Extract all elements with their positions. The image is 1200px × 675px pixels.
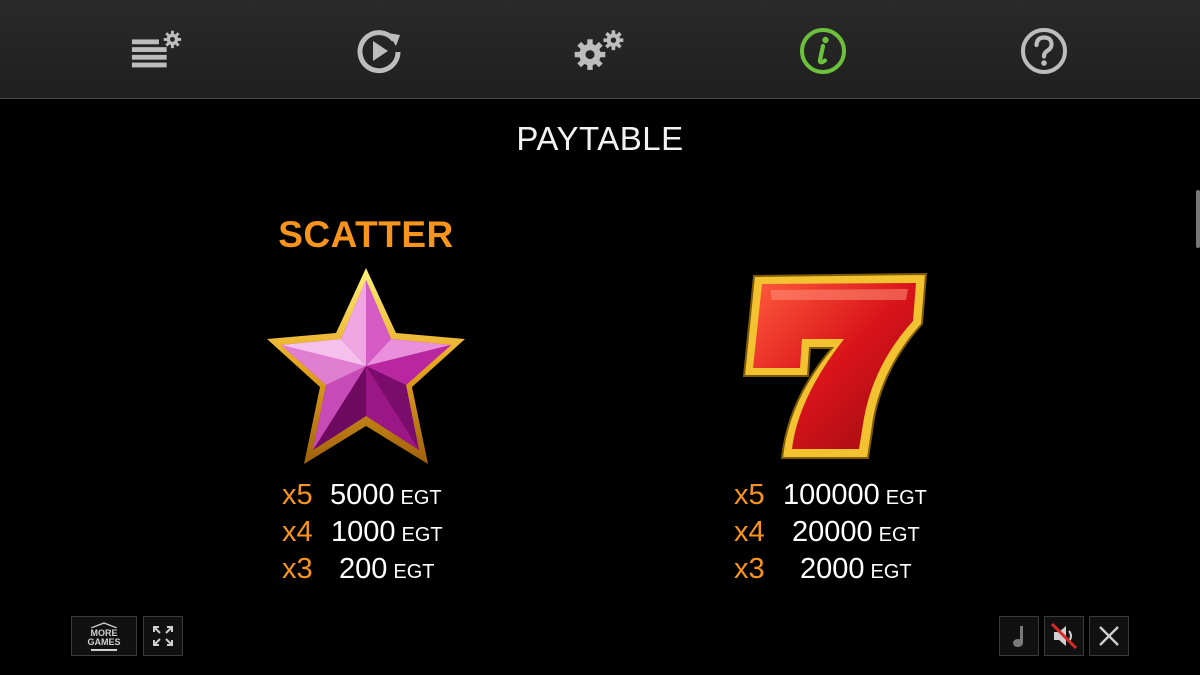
payout-amount: 20000	[792, 516, 873, 548]
autoplay-button[interactable]	[352, 24, 406, 78]
fullscreen-icon	[153, 626, 173, 646]
payout-currency: EGT	[401, 524, 443, 546]
autoplay-icon	[357, 30, 401, 74]
payout-value: 20000 EGT	[792, 514, 920, 554]
info-button[interactable]	[796, 24, 850, 78]
payout-value: 100000 EGT	[783, 477, 927, 517]
fullscreen-button[interactable]	[143, 616, 183, 656]
pay-row: x5 100000 EGT	[734, 477, 954, 514]
payout-amount: 5000	[330, 479, 395, 511]
payout-currency: EGT	[393, 561, 435, 583]
help-icon	[1021, 28, 1067, 74]
pay-row: x4 20000 EGT	[734, 514, 954, 551]
seven-paytable: x5 100000 EGT x4 20000 EGT x3 2000 EGT	[734, 477, 954, 588]
pay-row: x3 2000 EGT	[734, 551, 954, 588]
settings-button[interactable]	[572, 24, 626, 78]
help-button[interactable]	[1017, 24, 1071, 78]
payout-currency: EGT	[400, 487, 442, 509]
multiplier: x5	[734, 479, 765, 511]
scatter-paytable: x5 5000 EGT x4 1000 EGT x3 200 EGT	[282, 477, 482, 588]
payout-amount: 2000	[800, 553, 865, 585]
payout-value: 5000 EGT	[330, 477, 442, 517]
payout-amount: 1000	[331, 516, 396, 548]
multiplier: x3	[282, 553, 313, 585]
top-toolbar	[0, 0, 1200, 99]
payout-value: 1000 EGT	[331, 514, 443, 554]
payout-value: 2000 EGT	[800, 551, 912, 591]
info-icon	[800, 28, 846, 74]
settings-gears-icon	[574, 30, 624, 70]
payout-amount: 100000	[783, 479, 880, 511]
scrollbar[interactable]	[1196, 190, 1200, 248]
payout-amount: 200	[339, 553, 388, 585]
underline	[91, 648, 117, 651]
multiplier: x4	[282, 516, 313, 548]
sound-button[interactable]	[1044, 616, 1084, 656]
more-games-label-line2: GAMES	[87, 636, 121, 647]
multiplier: x4	[734, 516, 765, 548]
scatter-label: SCATTER	[278, 214, 454, 255]
payout-currency: EGT	[885, 487, 927, 509]
close-button[interactable]	[1089, 616, 1129, 656]
sound-muted-icon	[1050, 622, 1078, 650]
bet-settings-button[interactable]	[130, 24, 184, 78]
home-roof-icon	[90, 621, 118, 628]
music-note-icon	[1013, 626, 1023, 647]
page-title: PAYTABLE	[516, 120, 684, 157]
close-icon	[1099, 626, 1119, 646]
pay-row: x3 200 EGT	[282, 551, 482, 588]
payout-currency: EGT	[878, 524, 920, 546]
pink-star-symbol	[267, 268, 465, 464]
pay-row: x5 5000 EGT	[282, 477, 482, 514]
red-seven-symbol	[742, 272, 928, 459]
pay-row: x4 1000 EGT	[282, 514, 482, 551]
music-button[interactable]	[999, 616, 1039, 656]
multiplier: x5	[282, 479, 313, 511]
bet-settings-icon	[131, 30, 182, 68]
payout-currency: EGT	[870, 561, 912, 583]
more-games-button[interactable]: MORE GAMES	[71, 616, 137, 656]
payout-value: 200 EGT	[339, 551, 435, 591]
multiplier: x3	[734, 553, 765, 585]
